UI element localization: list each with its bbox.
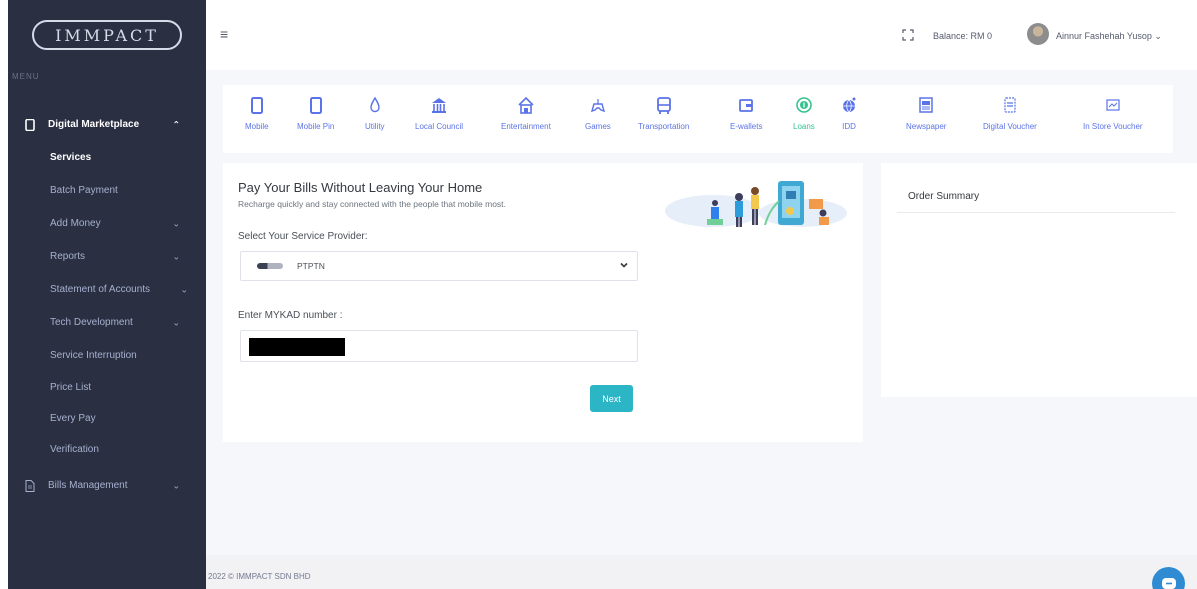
- category-e-wallets[interactable]: E-wallets: [730, 95, 762, 131]
- category-digital-voucher[interactable]: Digital Voucher: [983, 95, 1037, 131]
- category-games[interactable]: Games: [585, 95, 611, 131]
- coin-icon: [796, 97, 812, 113]
- category-mobile[interactable]: Mobile: [245, 95, 269, 131]
- mykad-input[interactable]: [240, 330, 638, 362]
- phone-icon: [24, 118, 36, 131]
- fullscreen-icon[interactable]: [902, 28, 914, 41]
- bus-icon: [656, 97, 671, 114]
- balance-text: Balance: RM 0: [933, 31, 993, 41]
- people-illustration: [665, 181, 847, 227]
- mykad-label: Enter MYKAD number :: [238, 310, 343, 321]
- form-subtitle: Recharge quickly and stay connected with…: [238, 199, 506, 209]
- category-in-store-voucher[interactable]: In Store Voucher: [1083, 95, 1143, 131]
- user-menu[interactable]: Ainnur Fashehah Yusop ⌄: [1056, 31, 1162, 42]
- ticket-icon: [1106, 99, 1120, 111]
- footer: 2022 © IMMPACT SDN BHD: [206, 555, 1197, 589]
- bill-payment-form: Pay Your Bills Without Leaving Your Home…: [223, 163, 863, 442]
- gamepad-icon: [590, 99, 605, 113]
- next-button[interactable]: Next: [590, 385, 633, 412]
- water-drop-icon: [370, 96, 380, 113]
- category-idd[interactable]: IDD: [841, 95, 857, 131]
- hamburger-menu-icon[interactable]: ≡: [220, 26, 228, 42]
- sidebar-item-label: Statement of Accounts: [50, 284, 151, 295]
- chevron-down-icon: ⌄: [172, 317, 180, 327]
- category-local-council[interactable]: Local Council: [415, 95, 463, 131]
- sidebar-item-label: Verification: [50, 444, 99, 455]
- sidebar-item-statement-of-accounts[interactable]: Statement of Accounts ⌄: [8, 273, 206, 306]
- top-bar: ≡ Balance: RM 0 Ainnur Fashehah Yusop ⌄: [206, 0, 1197, 70]
- sidebar-item-label: Price List: [50, 382, 92, 393]
- order-summary-title: Order Summary: [908, 191, 980, 202]
- chevron-down-icon: ⌄: [1154, 31, 1162, 41]
- footer-text: 2022 © IMMPACT SDN BHD: [208, 572, 311, 581]
- globe-icon: [843, 97, 856, 113]
- sidebar-item-label: Digital Marketplace: [48, 119, 140, 130]
- chevron-up-icon: ⌃: [172, 119, 180, 129]
- provider-logo: [257, 263, 283, 269]
- sidebar-item-tech-development[interactable]: Tech Development ⌄: [8, 306, 206, 339]
- category-utility[interactable]: Utility: [365, 95, 385, 131]
- category-newspaper[interactable]: Newspaper: [906, 95, 946, 131]
- avatar[interactable]: [1027, 23, 1049, 45]
- sidebar-item-reports[interactable]: Reports ⌄: [8, 240, 206, 273]
- category-mobile-pin[interactable]: Mobile Pin: [297, 95, 334, 131]
- provider-value: PTPTN: [297, 261, 325, 271]
- category-bar: Mobile Mobile Pin Utility Local Council …: [223, 85, 1173, 153]
- sidebar-item-every-pay[interactable]: Every Pay: [8, 403, 206, 434]
- document-icon: [24, 479, 36, 492]
- wallet-icon: [739, 99, 754, 112]
- mobile-icon: [250, 97, 263, 114]
- sidebar-item-service-interruption[interactable]: Service Interruption: [8, 339, 206, 372]
- chat-icon: [1161, 577, 1176, 589]
- mobile-pin-icon: [309, 97, 322, 114]
- logo-area: IMMPACT: [8, 0, 206, 70]
- newspaper-icon: [919, 97, 933, 113]
- provider-label: Select Your Service Provider:: [238, 231, 368, 242]
- divider: [897, 212, 1175, 213]
- category-entertainment[interactable]: Entertainment: [501, 95, 551, 131]
- sidebar: IMMPACT MENU Digital Marketplace ⌃ Servi…: [8, 0, 206, 589]
- sidebar-item-add-money[interactable]: Add Money ⌄: [8, 207, 206, 240]
- category-transportation[interactable]: Transportation: [638, 95, 689, 131]
- redacted-value: [249, 338, 345, 356]
- house-icon: [518, 96, 534, 114]
- order-summary-card: Order Summary: [881, 163, 1197, 397]
- sidebar-item-label: Tech Development: [50, 317, 133, 328]
- form-title: Pay Your Bills Without Leaving Your Home: [238, 180, 483, 195]
- chevron-down-icon: [619, 260, 629, 273]
- user-name: Ainnur Fashehah Yusop: [1056, 31, 1152, 41]
- chevron-down-icon: ⌄: [172, 218, 180, 228]
- provider-select[interactable]: PTPTN: [240, 251, 638, 281]
- sidebar-item-label: Add Money: [50, 218, 101, 229]
- chevron-down-icon: ⌄: [180, 284, 188, 294]
- sidebar-item-price-list[interactable]: Price List: [8, 372, 206, 403]
- main-content: Mobile Mobile Pin Utility Local Council …: [206, 70, 1197, 589]
- chevron-down-icon: ⌄: [172, 480, 180, 490]
- voucher-icon: [1004, 97, 1016, 113]
- sidebar-item-label: Reports: [50, 251, 86, 262]
- sidebar-item-label: Batch Payment: [50, 185, 118, 196]
- sidebar-item-services[interactable]: Services: [8, 141, 206, 174]
- sidebar-item-batch-payment[interactable]: Batch Payment: [8, 174, 206, 207]
- sidebar-item-label: Services: [50, 152, 92, 163]
- sidebar-item-digital-marketplace[interactable]: Digital Marketplace ⌃: [8, 108, 206, 141]
- sidebar-item-bills-management[interactable]: Bills Management ⌄: [8, 469, 206, 502]
- sidebar-item-verification[interactable]: Verification: [8, 434, 206, 465]
- sidebar-item-label: Every Pay: [50, 413, 96, 424]
- sidebar-item-label: Service Interruption: [50, 350, 137, 361]
- bank-icon: [432, 98, 447, 113]
- category-loans[interactable]: Loans: [793, 95, 815, 131]
- chevron-down-icon: ⌄: [172, 251, 180, 261]
- menu-label: MENU: [12, 72, 40, 81]
- logo[interactable]: IMMPACT: [32, 20, 182, 50]
- sidebar-item-label: Bills Management: [48, 480, 128, 491]
